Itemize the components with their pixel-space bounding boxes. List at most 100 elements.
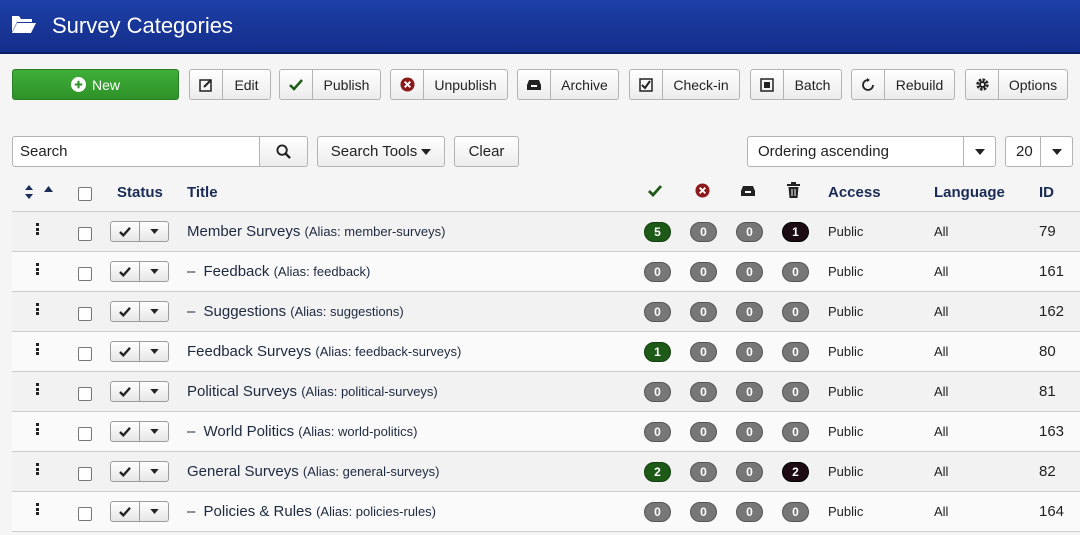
- unpublished-count-badge[interactable]: 0: [690, 262, 717, 282]
- archive-button[interactable]: Archive: [517, 69, 619, 100]
- published-count-badge[interactable]: 2: [644, 462, 671, 482]
- trashed-count-badge[interactable]: 0: [782, 382, 809, 402]
- trashed-count-badge[interactable]: 0: [782, 502, 809, 522]
- archived-count-badge[interactable]: 0: [736, 382, 763, 402]
- select-all-checkbox[interactable]: [78, 187, 92, 201]
- ordering-select[interactable]: Ordering ascending: [747, 136, 996, 167]
- row-checkbox[interactable]: [78, 227, 92, 241]
- published-count-badge[interactable]: 0: [644, 422, 671, 442]
- unpublished-count-badge[interactable]: 0: [690, 222, 717, 242]
- caret-down-icon: [149, 469, 159, 474]
- category-title-link[interactable]: Feedback: [204, 263, 270, 280]
- published-count-badge[interactable]: 0: [644, 382, 671, 402]
- unpublished-count-badge[interactable]: 0: [690, 462, 717, 482]
- drag-handle-icon[interactable]: [36, 503, 40, 515]
- row-checkbox[interactable]: [78, 307, 92, 321]
- drag-handle-icon[interactable]: [36, 263, 40, 275]
- publish-toggle-button[interactable]: [111, 262, 140, 281]
- edit-button[interactable]: Edit: [189, 69, 271, 100]
- unpublished-count-badge[interactable]: 0: [690, 502, 717, 522]
- sort-ascending-icon[interactable]: [44, 186, 53, 192]
- archived-count-badge[interactable]: 0: [736, 422, 763, 442]
- status-dropdown-button[interactable]: [140, 422, 168, 441]
- clear-button[interactable]: Clear: [454, 136, 519, 167]
- options-button[interactable]: Options: [965, 69, 1068, 100]
- publish-toggle-button[interactable]: [111, 502, 140, 521]
- published-count-badge[interactable]: 0: [644, 302, 671, 322]
- status-dropdown-button[interactable]: [140, 342, 168, 361]
- checkin-button[interactable]: Check-in: [629, 69, 740, 100]
- title-cell: General Surveys (Alias: general-surveys): [187, 463, 439, 480]
- row-checkbox[interactable]: [78, 467, 92, 481]
- publish-toggle-button[interactable]: [111, 382, 140, 401]
- unpublished-count-badge[interactable]: 0: [690, 382, 717, 402]
- published-count-badge[interactable]: 0: [644, 502, 671, 522]
- access-header[interactable]: Access: [828, 184, 881, 201]
- category-title-link[interactable]: World Politics: [204, 423, 295, 440]
- publish-toggle-button[interactable]: [111, 222, 140, 241]
- archived-count-badge[interactable]: 0: [736, 342, 763, 362]
- category-title-link[interactable]: General Surveys: [187, 463, 299, 480]
- published-count-badge[interactable]: 0: [644, 262, 671, 282]
- id-cell: 163: [1039, 423, 1065, 440]
- edit-label: Edit: [234, 76, 259, 93]
- search-input[interactable]: [12, 136, 260, 167]
- row-checkbox[interactable]: [78, 267, 92, 281]
- unpublish-button[interactable]: Unpublish: [390, 69, 508, 100]
- trashed-count-badge[interactable]: 0: [782, 302, 809, 322]
- new-button[interactable]: New: [12, 69, 179, 100]
- publish-button[interactable]: Publish: [279, 69, 381, 100]
- drag-handle-icon[interactable]: [36, 343, 40, 355]
- drag-handle-icon[interactable]: [36, 463, 40, 475]
- published-count-badge[interactable]: 5: [644, 222, 671, 242]
- archived-count-badge[interactable]: 0: [736, 222, 763, 242]
- row-checkbox[interactable]: [78, 507, 92, 521]
- trashed-count-badge[interactable]: 0: [782, 262, 809, 282]
- category-title-link[interactable]: Member Surveys: [187, 223, 300, 240]
- unpublished-count-badge[interactable]: 0: [690, 422, 717, 442]
- row-checkbox[interactable]: [78, 427, 92, 441]
- status-dropdown-button[interactable]: [140, 382, 168, 401]
- batch-button[interactable]: Batch: [750, 69, 842, 100]
- archived-count-badge[interactable]: 0: [736, 502, 763, 522]
- search-button[interactable]: [260, 136, 308, 167]
- publish-toggle-button[interactable]: [111, 342, 140, 361]
- row-checkbox[interactable]: [78, 347, 92, 361]
- rebuild-button[interactable]: Rebuild: [851, 69, 955, 100]
- status-dropdown-button[interactable]: [140, 262, 168, 281]
- published-count-badge[interactable]: 1: [644, 342, 671, 362]
- status-header[interactable]: Status: [117, 184, 163, 201]
- trashed-count-badge[interactable]: 0: [782, 422, 809, 442]
- trashed-count-badge[interactable]: 2: [782, 462, 809, 482]
- drag-handle-icon[interactable]: [36, 223, 40, 235]
- list-limit-select[interactable]: 20: [1005, 136, 1073, 167]
- archived-count-badge[interactable]: 0: [736, 302, 763, 322]
- unpublished-count-badge[interactable]: 0: [690, 342, 717, 362]
- drag-handle-icon[interactable]: [36, 383, 40, 395]
- status-dropdown-button[interactable]: [140, 462, 168, 481]
- drag-handle-icon[interactable]: [36, 303, 40, 315]
- category-title-link[interactable]: Feedback Surveys: [187, 343, 311, 360]
- row-checkbox[interactable]: [78, 387, 92, 401]
- language-header[interactable]: Language: [934, 184, 1005, 201]
- id-cell: 81: [1039, 383, 1056, 400]
- archived-count-badge[interactable]: 0: [736, 462, 763, 482]
- status-dropdown-button[interactable]: [140, 502, 168, 521]
- id-header[interactable]: ID: [1039, 184, 1054, 201]
- trashed-count-badge[interactable]: 0: [782, 342, 809, 362]
- publish-toggle-button[interactable]: [111, 462, 140, 481]
- category-title-link[interactable]: Policies & Rules: [204, 503, 312, 520]
- status-dropdown-button[interactable]: [140, 302, 168, 321]
- publish-toggle-button[interactable]: [111, 302, 140, 321]
- drag-handle-icon[interactable]: [36, 423, 40, 435]
- sort-arrows-icon[interactable]: [24, 185, 34, 199]
- trashed-count-badge[interactable]: 1: [782, 222, 809, 242]
- status-dropdown-button[interactable]: [140, 222, 168, 241]
- unpublished-count-badge[interactable]: 0: [690, 302, 717, 322]
- archived-count-badge[interactable]: 0: [736, 262, 763, 282]
- title-header[interactable]: Title: [187, 184, 218, 201]
- category-title-link[interactable]: Political Surveys: [187, 383, 297, 400]
- search-tools-button[interactable]: Search Tools: [317, 136, 445, 167]
- publish-toggle-button[interactable]: [111, 422, 140, 441]
- category-title-link[interactable]: Suggestions: [204, 303, 287, 320]
